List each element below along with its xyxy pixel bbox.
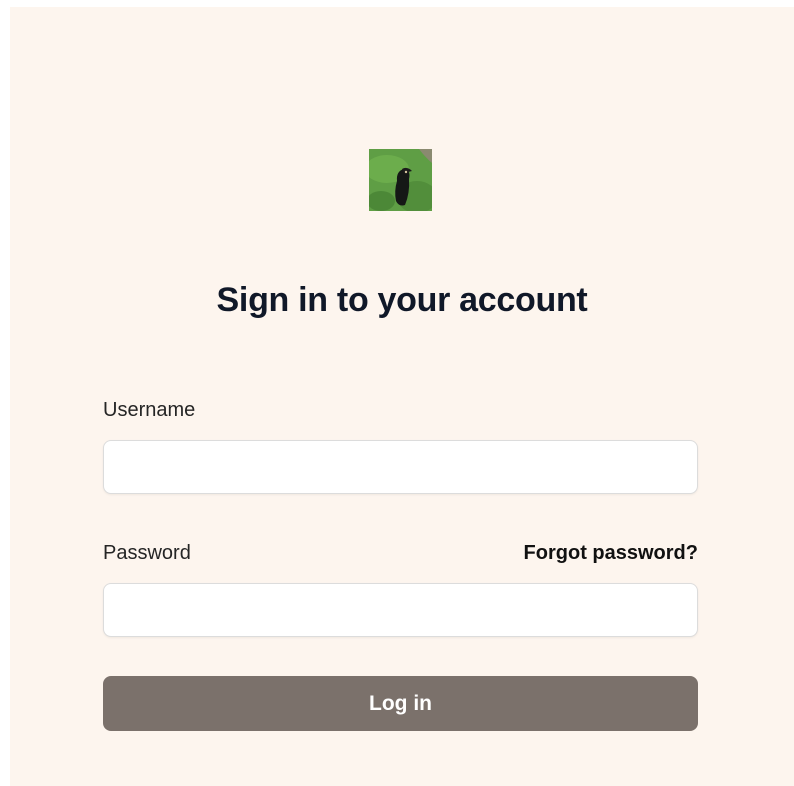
username-label: Username xyxy=(103,399,196,421)
password-label: Password xyxy=(103,542,191,564)
forgot-password-link[interactable]: Forgot password? xyxy=(524,542,698,565)
login-button[interactable]: Log in xyxy=(103,676,698,731)
username-input[interactable] xyxy=(103,440,698,494)
bird-logo-icon xyxy=(369,149,432,211)
page-title: Sign in to your account xyxy=(216,281,588,319)
password-input[interactable] xyxy=(103,583,698,637)
login-page: Sign in to your account Username Passwor… xyxy=(10,7,794,786)
